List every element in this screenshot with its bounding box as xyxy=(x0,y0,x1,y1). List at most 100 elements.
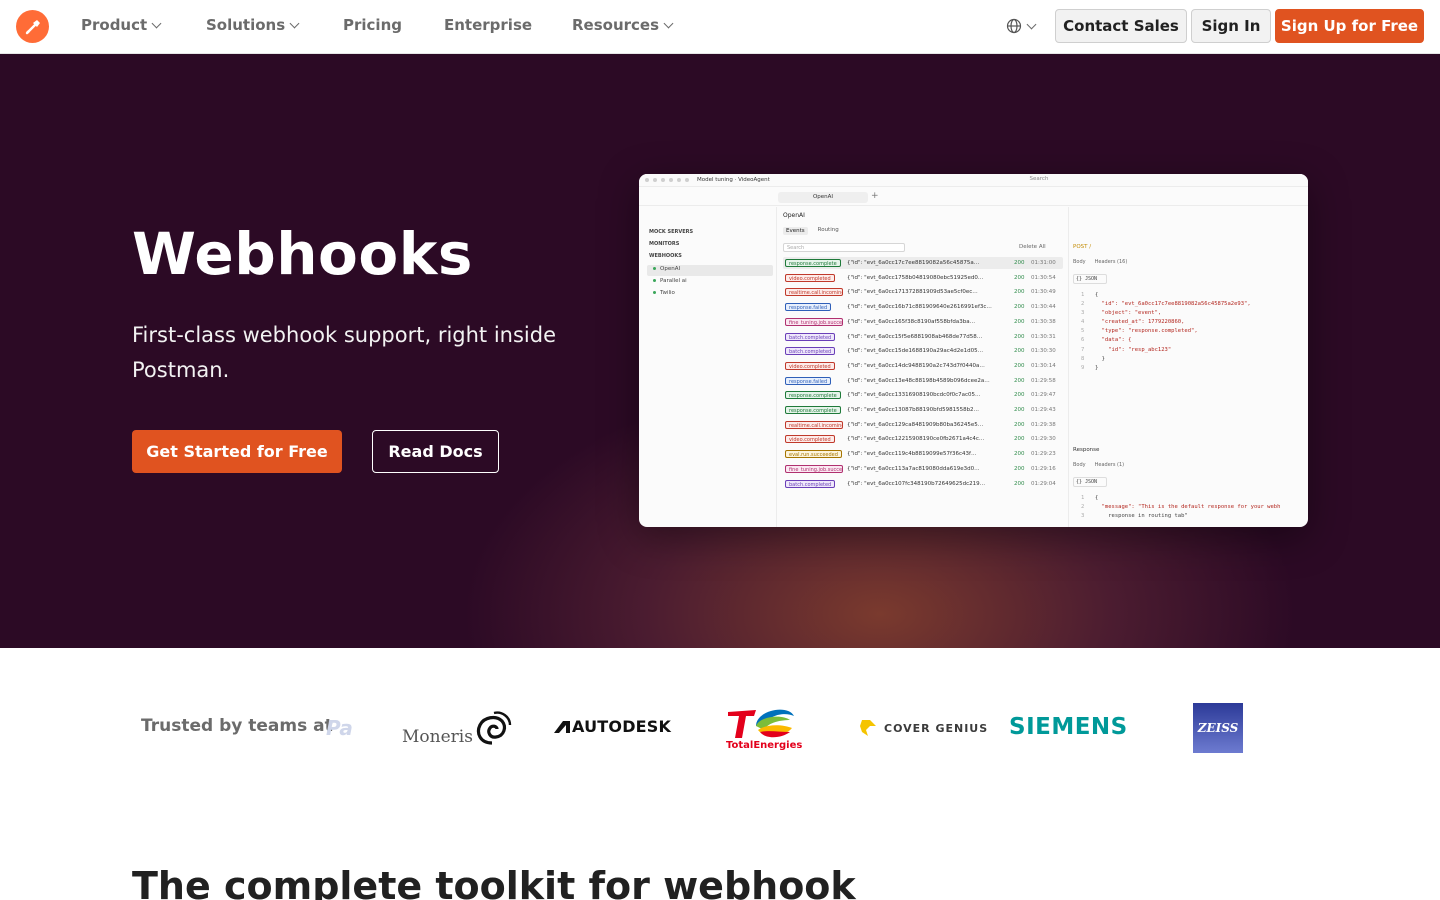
event-status: 200 xyxy=(1014,304,1025,311)
code-line: 2 "message": "This is the default respon… xyxy=(1081,503,1308,512)
cover-genius-mark-icon xyxy=(860,720,876,736)
hero-section: Webhooks First-class webhook support, ri… xyxy=(0,54,1440,648)
event-type-badge: response.complete xyxy=(785,406,841,414)
sidebar-webhooks: WEBHOOKS xyxy=(649,253,682,259)
zeiss-logo: ZEISS xyxy=(1193,703,1243,753)
event-body: {"id": "evt_6a0cc113a7ac819080dda619e3d0… xyxy=(847,465,980,472)
contact-sales-button[interactable]: Contact Sales xyxy=(1055,9,1187,43)
event-status: 200 xyxy=(1014,436,1025,443)
line-number: 6 xyxy=(1081,337,1085,344)
sign-up-button[interactable]: Sign Up for Free xyxy=(1275,9,1424,43)
event-time: 01:29:47 xyxy=(1031,392,1056,399)
event-row: video.completed {"id": "evt_6a0cc14dc9488… xyxy=(783,360,1063,372)
event-row: realtime.call.incoming {"id": "evt_6a0cc1… xyxy=(783,419,1063,431)
event-row: response.complete {"id": "evt_6a0cc13087b… xyxy=(783,404,1063,416)
nav-pricing[interactable]: Pricing xyxy=(343,16,402,34)
hero-subtitle: First-class webhook support, right insid… xyxy=(132,323,557,382)
event-type-badge: realtime.call.incoming xyxy=(785,288,843,297)
chevron-down-icon xyxy=(289,18,300,28)
event-body: {"id": "evt_6a0cc119c4b8819099e57f36c43f… xyxy=(847,451,977,458)
totalenergies-logo-text: TotalEnergies xyxy=(726,740,803,751)
code-line: 5 "type": "response.completed", xyxy=(1081,327,1308,336)
event-status: 200 xyxy=(1014,333,1025,340)
nav-resources[interactable]: Resources xyxy=(572,16,674,34)
hero-title: Webhooks xyxy=(132,220,473,288)
window-controls xyxy=(645,178,689,182)
code-text: "message": "This is the default response… xyxy=(1095,504,1281,511)
code-line: 4 "created_at": 1779220860, xyxy=(1081,318,1308,327)
event-row: batch.completed {"id": "evt_6a0cc15de1688… xyxy=(783,345,1063,357)
nav-enterprise[interactable]: Enterprise xyxy=(444,16,532,34)
nav-solutions[interactable]: Solutions xyxy=(206,16,300,34)
event-type-badge: response.failed xyxy=(785,303,832,312)
event-time: 01:30:14 xyxy=(1031,362,1056,369)
language-selector[interactable] xyxy=(1006,18,1037,34)
event-status: 200 xyxy=(1014,348,1025,355)
line-number: 2 xyxy=(1081,504,1085,511)
sidebar-mock-servers: MOCK SERVERS xyxy=(649,229,694,235)
event-body: {"id": "evt_6a0cc107fc348190b72649625dc2… xyxy=(847,480,986,487)
top-nav: Product Solutions Pricing Enterprise Res… xyxy=(0,0,1440,54)
event-type-badge: video.completed xyxy=(785,361,835,370)
event-status: 200 xyxy=(1014,392,1025,399)
response-tabs: Body Headers (1) xyxy=(1073,462,1124,468)
chevron-down-icon xyxy=(1026,19,1037,29)
chevron-down-icon xyxy=(151,18,162,28)
event-time: 01:29:23 xyxy=(1031,451,1056,458)
line-number: 5 xyxy=(1081,328,1085,335)
request-tabs: Body Headers (16) xyxy=(1073,259,1127,265)
app-tabbar: OpenAI + xyxy=(639,188,1308,206)
events-panel: OpenAI Events Routing Search Delete All … xyxy=(779,207,1067,527)
line-number: 9 xyxy=(1081,364,1085,371)
siemens-logo: SIEMENS xyxy=(1009,714,1128,740)
line-number: 4 xyxy=(1081,319,1085,326)
event-time: 01:29:30 xyxy=(1031,436,1056,443)
event-status: 200 xyxy=(1014,421,1025,428)
event-row: batch.completed {"id": "evt_6a0cc107fc348… xyxy=(783,478,1063,490)
event-body: {"id": "evt_6a0cc13316908190bcdc0f0c7ac0… xyxy=(847,392,981,399)
event-time: 01:29:43 xyxy=(1031,407,1056,413)
nav-product-label: Product xyxy=(81,16,148,34)
autodesk-logo-text: AUTODESK xyxy=(572,717,672,736)
moneris-logo: Moneris xyxy=(402,709,512,749)
event-type-badge: batch.completed xyxy=(785,347,836,356)
event-body: {"id": "evt_6a0cc16b71c881909640e2616991… xyxy=(847,304,992,311)
event-type-badge: fine_tuning.job.succeeded xyxy=(785,464,843,473)
code-line: 6 "data": { xyxy=(1081,336,1308,345)
event-time: 01:29:58 xyxy=(1031,377,1056,384)
app-tab-openai: OpenAI xyxy=(778,192,868,203)
event-type-badge: realtime.call.incoming xyxy=(785,420,843,429)
event-time: 01:30:30 xyxy=(1031,348,1056,355)
sign-in-button[interactable]: Sign In xyxy=(1191,9,1271,43)
response-tab-headers: Headers (1) xyxy=(1094,462,1125,468)
code-text: "data": { xyxy=(1095,337,1132,344)
event-status: 200 xyxy=(1014,377,1025,384)
event-row: eval.run.succeeded {"id": "evt_6a0cc119c4… xyxy=(783,448,1063,460)
response-tab-body: Body xyxy=(1073,462,1086,468)
event-body: {"id": "evt_6a0cc171372881909d53ae5cf0ec… xyxy=(847,289,978,296)
read-docs-button[interactable]: Read Docs xyxy=(372,430,499,473)
event-type-badge: response.complete xyxy=(785,259,841,267)
line-number: 7 xyxy=(1081,346,1085,353)
code-line: 1{ xyxy=(1081,494,1308,503)
code-line: 3 response in routing tab" xyxy=(1081,512,1308,521)
event-status: 200 xyxy=(1014,480,1025,487)
line-number: 3 xyxy=(1081,310,1085,317)
app-titlebar: Model tuning · VideoAgent Search xyxy=(639,174,1308,187)
nav-product[interactable]: Product xyxy=(81,16,162,34)
event-body: {"id": "evt_6a0cc12215908190ce0fb2671a4c… xyxy=(847,436,985,443)
postman-logo-icon[interactable] xyxy=(16,10,49,43)
sidebar-monitors: MONITORS xyxy=(649,241,680,247)
event-body: {"id": "evt_6a0cc17c7ee8819082a56c45875a… xyxy=(847,260,980,266)
code-text: { xyxy=(1095,292,1099,298)
code-text: "object": "event", xyxy=(1095,310,1162,317)
event-status: 200 xyxy=(1014,451,1025,458)
line-number: 3 xyxy=(1081,513,1085,520)
get-started-button[interactable]: Get Started for Free xyxy=(132,430,342,473)
event-time: 01:30:49 xyxy=(1031,289,1056,296)
event-body: {"id": "evt_6a0cc1758b04819080ebc51925ed… xyxy=(847,274,984,281)
event-time: 01:30:31 xyxy=(1031,333,1056,340)
event-detail-panel: POST / Body Headers (16) {} JSON 1{2 "id… xyxy=(1068,207,1308,527)
chevron-down-icon xyxy=(663,18,674,28)
request-tab-body: Body xyxy=(1073,259,1086,265)
